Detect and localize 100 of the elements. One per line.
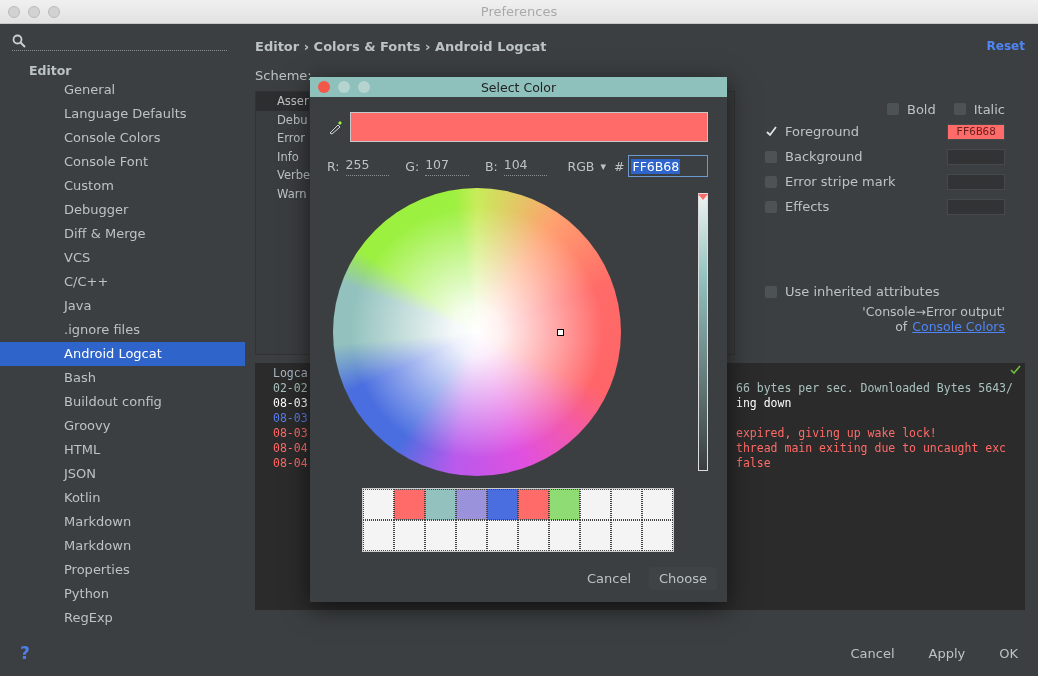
choose-button[interactable]: Choose [649, 567, 717, 590]
sidebar-item[interactable]: C/C++ [0, 270, 245, 294]
checkbox-label: Background [785, 149, 863, 164]
attribute-item[interactable]: Asser [256, 92, 309, 111]
attribute-item[interactable]: Debu [256, 110, 309, 129]
checkbox-label: Bold [906, 101, 936, 117]
caret-icon[interactable]: ▾ [600, 159, 606, 173]
breadcrumb: Editor › Colors & Fonts › Android Logcat [255, 38, 547, 54]
sidebar-item[interactable]: Console Font [0, 150, 245, 174]
log-line: expired, giving up wake lock! [736, 426, 937, 441]
sidebar-item[interactable]: Bash [0, 366, 245, 390]
color-swatch[interactable] [580, 520, 611, 551]
attribute-item[interactable]: Warn [256, 184, 309, 203]
hex-field[interactable]: FF6B68 [628, 155, 708, 177]
color-swatch[interactable] [487, 489, 518, 520]
channel-field[interactable]: 255 [345, 156, 390, 176]
apply-button[interactable]: Apply [922, 641, 972, 665]
sidebar-item[interactable]: Markdown [0, 534, 245, 558]
attribute-item[interactable]: Info [256, 147, 309, 166]
checkbox[interactable] [765, 125, 777, 138]
log-line: 08-04 [273, 441, 308, 455]
attribute-item[interactable]: Verbe [256, 166, 309, 185]
attribute-item[interactable]: Error [256, 129, 309, 148]
sidebar-item[interactable]: Custom [0, 174, 245, 198]
inherited-source: 'Console→Error output' [861, 304, 1006, 319]
log-line: ing down [736, 396, 792, 411]
checkbox-label: Foreground [785, 124, 860, 139]
sidebar-item[interactable]: Properties [0, 558, 245, 582]
checkmark-icon [765, 125, 777, 138]
color-swatch[interactable] [394, 520, 425, 551]
sidebar-item[interactable]: Debugger [0, 198, 245, 222]
log-line: 08-03 [273, 426, 308, 440]
dialog-title: Select Color [480, 79, 557, 95]
brightness-slider[interactable] [698, 193, 708, 471]
color-marker[interactable] [557, 329, 564, 336]
checkbox-label: Effects [785, 199, 830, 214]
log-line: 02-02 [273, 381, 308, 395]
color-swatch[interactable] [456, 520, 487, 551]
ok-button[interactable]: OK [993, 641, 1024, 665]
sidebar-item[interactable]: Diff & Merge [0, 222, 245, 246]
channel-field[interactable]: 104 [503, 156, 548, 176]
color-swatch[interactable] [363, 520, 394, 551]
color-swatch[interactable] [611, 489, 642, 520]
sidebar-item[interactable]: General [0, 78, 245, 102]
checkbox-label: Error stripe mark [785, 174, 896, 189]
color-field[interactable]: FF6B68 [947, 123, 1005, 140]
log-line: false [736, 456, 771, 471]
sidebar-item[interactable]: Buildout config [0, 390, 245, 414]
cancel-button[interactable]: Cancel [576, 567, 641, 590]
console-colors-link[interactable]: Console Colors [912, 319, 1005, 334]
of-label: of [895, 319, 908, 334]
color-swatch[interactable] [425, 520, 456, 551]
color-swatch[interactable] [611, 520, 642, 551]
cancel-button[interactable]: Cancel [844, 641, 901, 665]
color-swatch[interactable] [549, 520, 580, 551]
checkbox-label: Italic [973, 101, 1005, 117]
scheme-label: Scheme: [255, 68, 312, 85]
hash-label: # [613, 158, 625, 174]
color-swatch[interactable] [642, 520, 673, 551]
reset-link[interactable]: Reset [986, 39, 1025, 53]
sidebar-item[interactable]: Markdown [0, 510, 245, 534]
window-title: Preferences [480, 4, 558, 19]
checkbox-label: Use inherited attributes [785, 284, 940, 299]
search-icon [12, 34, 26, 48]
log-line: 08-04 [273, 456, 308, 470]
sidebar-item[interactable]: Python [0, 582, 245, 606]
log-line: Logca [273, 366, 308, 380]
sidebar-item[interactable]: Java [0, 294, 245, 318]
log-line: thread main exiting due to uncaught exc [736, 441, 1007, 456]
channel-label: R: [327, 158, 340, 174]
sidebar-item[interactable]: HTML [0, 438, 245, 462]
sidebar-item[interactable]: Language Defaults [0, 102, 245, 126]
sidebar-item[interactable]: Groovy [0, 414, 245, 438]
slider-thumb[interactable] [698, 194, 708, 200]
sidebar-item[interactable]: VCS [0, 246, 245, 270]
color-swatch[interactable] [363, 489, 394, 520]
color-swatch[interactable] [456, 489, 487, 520]
color-swatch[interactable] [518, 520, 549, 551]
sidebar-item[interactable]: RegExp [0, 606, 245, 630]
color-mode-dropdown[interactable]: RGB [567, 158, 595, 174]
channel-label: B: [484, 158, 498, 174]
channel-label: G: [405, 158, 420, 174]
log-line: 08-03 [273, 396, 308, 410]
channel-field[interactable]: 107 [425, 156, 469, 176]
sidebar-item[interactable]: Kotlin [0, 486, 245, 510]
sidebar-item[interactable]: Console Colors [0, 126, 245, 150]
color-swatch[interactable] [642, 489, 673, 520]
sidebar-item[interactable]: JSON [0, 462, 245, 486]
log-line: 66 bytes per sec. Downloaded Bytes 5643/ [736, 381, 1013, 396]
sidebar-item[interactable]: Android Logcat [0, 342, 245, 366]
eyedropper-icon[interactable] [328, 119, 344, 135]
sidebar-item[interactable]: .ignore files [0, 318, 245, 342]
color-swatch[interactable] [394, 489, 425, 520]
color-swatch[interactable] [580, 489, 611, 520]
color-swatch[interactable] [549, 489, 580, 520]
color-swatch[interactable] [518, 489, 549, 520]
color-swatch[interactable] [425, 489, 456, 520]
sidebar-heading: Editor [29, 63, 73, 78]
checkmark-icon [1010, 365, 1021, 375]
color-swatch[interactable] [487, 520, 518, 551]
